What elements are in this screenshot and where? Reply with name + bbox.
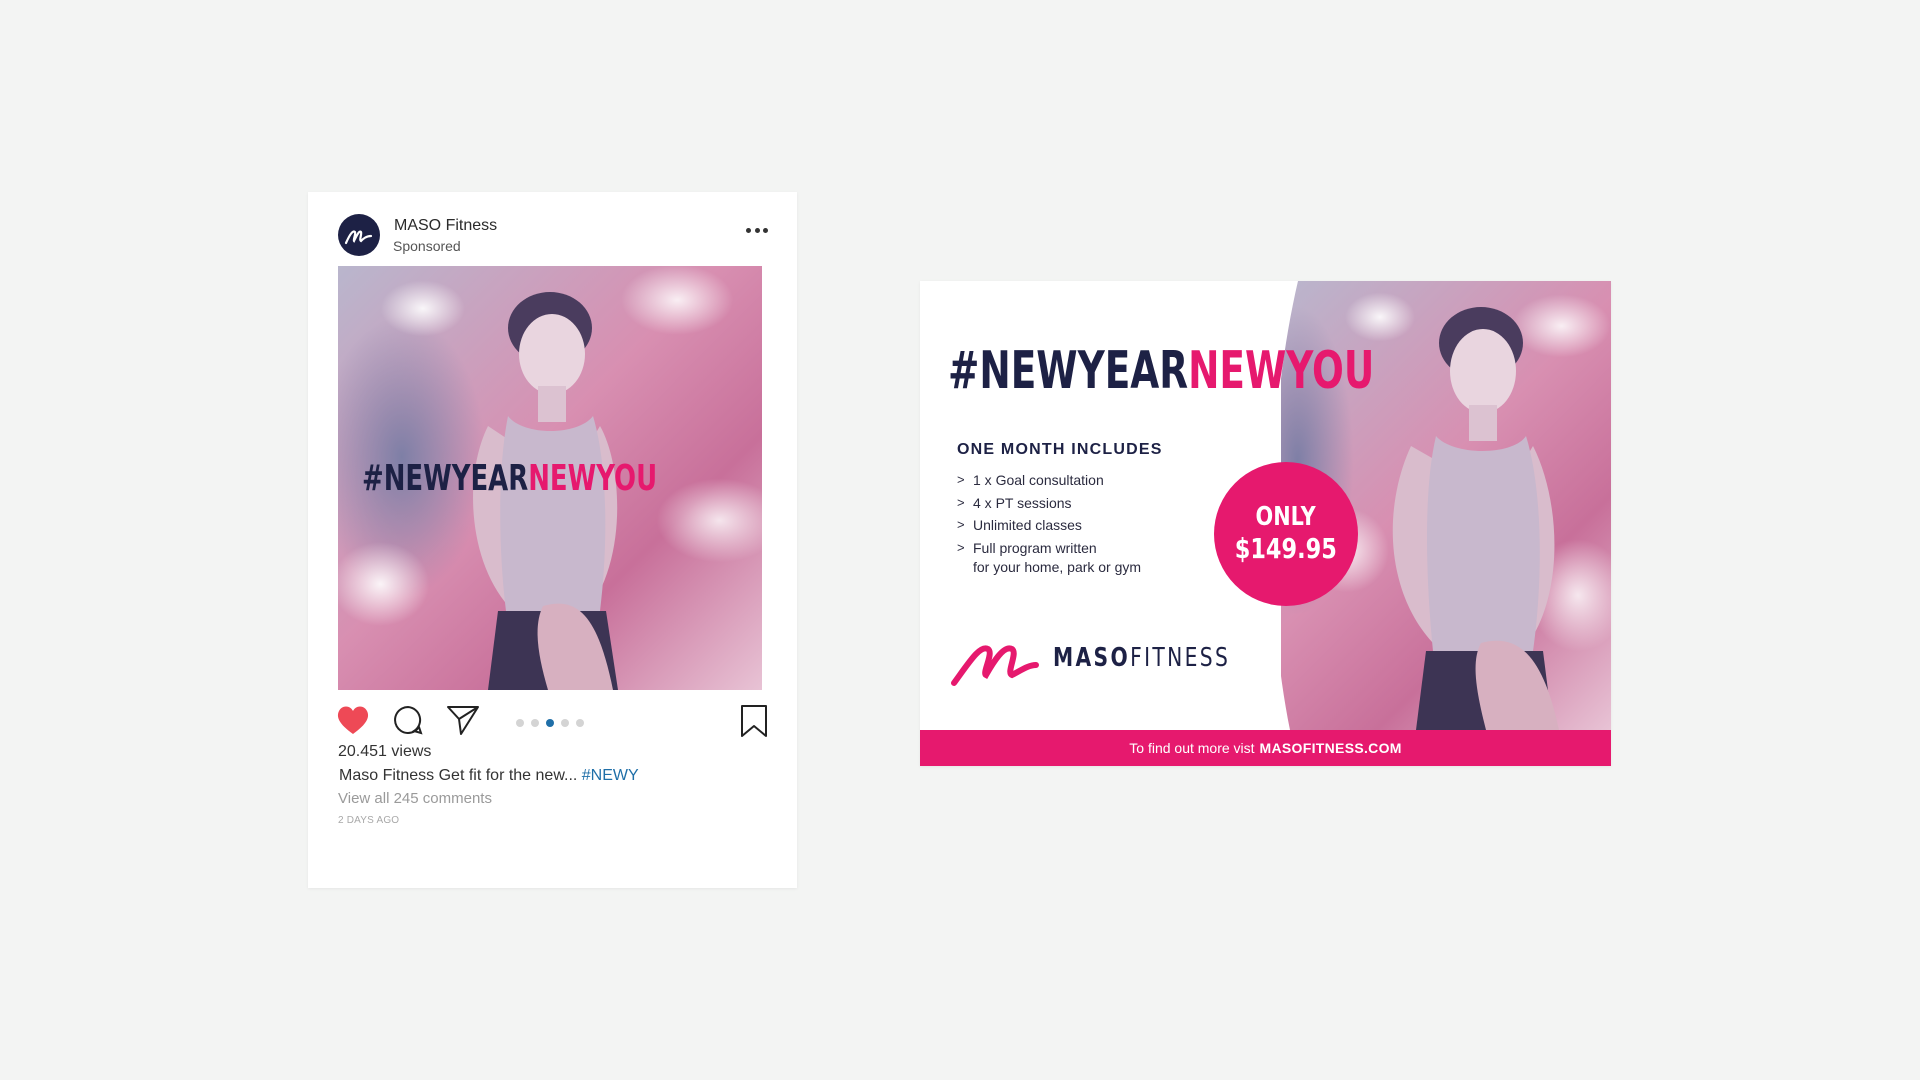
caption-username[interactable]: Maso Fitness (339, 767, 434, 784)
instagram-post-card: MASO Fitness Sponsored #NEWYEARNEWYOU 20… (308, 192, 797, 888)
list-item: Unlimited classes (957, 514, 1141, 537)
includes-title: ONE MONTH INCLUDES (957, 441, 1163, 458)
carousel-dot-active (546, 719, 554, 727)
ad-hashtag: #NEWYEARNEWYOU (948, 341, 1375, 401)
view-count: 20.451 views (338, 743, 432, 760)
maso-logo-icon (951, 645, 1039, 686)
list-item: Full program written for your home, park… (957, 537, 1141, 577)
maso-logo-icon (344, 230, 373, 245)
caption-hashtag-link[interactable]: #NEWY (582, 767, 639, 784)
price-badge: ONLY $149.95 (1214, 462, 1358, 606)
caption-text: Get fit for the new... (438, 767, 578, 784)
post-header: MASO Fitness Sponsored (338, 214, 773, 256)
footer-text: To find out more vist (1129, 740, 1255, 756)
post-caption: Maso Fitness Get fit for the new... #NEW… (339, 767, 639, 785)
footer-url-link[interactable]: MASOFITNESS.COM (1260, 740, 1402, 756)
account-name[interactable]: MASO Fitness (394, 217, 497, 235)
price-label: ONLY (1255, 502, 1317, 532)
carousel-dot (516, 719, 524, 727)
list-item-text: Full program written (973, 539, 1097, 556)
view-comments-link[interactable]: View all 245 comments (338, 790, 492, 807)
comment-icon[interactable] (392, 704, 424, 736)
price-value: $149.95 (1234, 532, 1338, 565)
avatar[interactable] (338, 214, 380, 256)
carousel-dot (561, 719, 569, 727)
list-item: 1 x Goal consultation (957, 469, 1141, 492)
action-bar (336, 704, 768, 740)
heart-icon[interactable] (336, 704, 370, 736)
post-timestamp: 2 DAYS AGO (338, 815, 400, 826)
share-icon[interactable] (446, 704, 480, 736)
includes-list: 1 x Goal consultation 4 x PT sessions Un… (957, 469, 1141, 576)
ad-banner[interactable]: #NEWYEARNEWYOU ONE MONTH INCLUDES 1 x Go… (920, 281, 1611, 766)
list-item: 4 x PT sessions (957, 492, 1141, 515)
ellipsis-icon[interactable] (746, 226, 768, 234)
sponsored-label: Sponsored (393, 238, 461, 254)
carousel-dot (576, 719, 584, 727)
brand-wordmark: MASOFITNESS (1053, 643, 1231, 673)
ad-footer[interactable]: To find out more vist MASOFITNESS.COM (920, 730, 1611, 766)
list-item-subtext: for your home, park or gym (973, 559, 1142, 575)
carousel-dot (531, 719, 539, 727)
carousel-indicator[interactable] (516, 719, 584, 727)
post-image[interactable]: #NEWYEARNEWYOU (338, 266, 762, 690)
bookmark-icon[interactable] (740, 704, 768, 738)
post-hashtag: #NEWYEARNEWYOU (362, 458, 658, 499)
